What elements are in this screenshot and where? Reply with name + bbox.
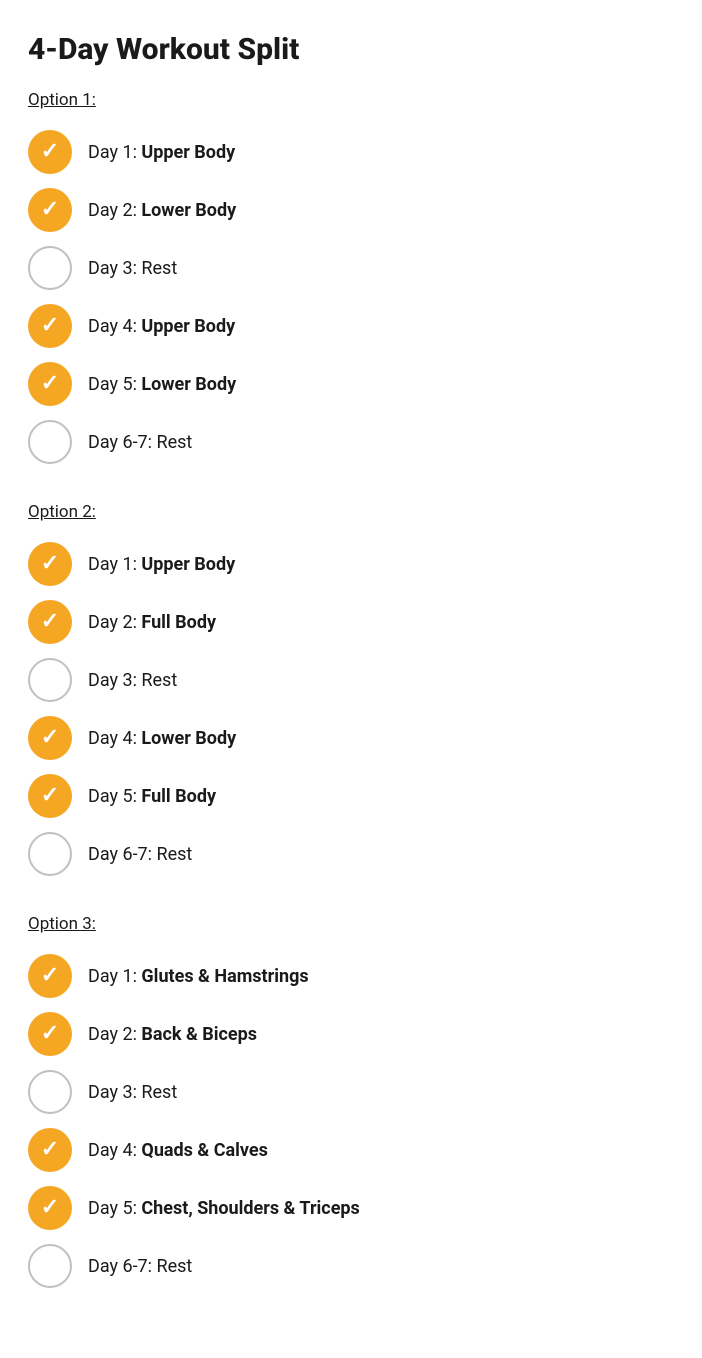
day-label: Day 1: Upper Body — [88, 554, 235, 575]
list-item: Day 3: Rest — [28, 1064, 674, 1120]
day-label: Day 2: Full Body — [88, 612, 216, 633]
list-item: ✓ Day 2: Full Body — [28, 594, 674, 650]
day-list-option1: ✓ Day 1: Upper Body ✓ Day 2: Lower Body Day … — [28, 124, 674, 470]
day-bold-label: Chest, Shoulders & Triceps — [141, 1198, 359, 1219]
list-item: Day 3: Rest — [28, 240, 674, 296]
day-label: Day 2: Lower Body — [88, 200, 236, 221]
checkmark: ✓ — [41, 1139, 59, 1161]
day-label: Day 6-7: Rest — [88, 1256, 192, 1277]
checkmark: ✓ — [41, 611, 59, 633]
unchecked-icon[interactable] — [28, 420, 72, 464]
checked-icon[interactable]: ✓ — [28, 1186, 72, 1230]
checked-icon[interactable]: ✓ — [28, 774, 72, 818]
checked-icon[interactable]: ✓ — [28, 362, 72, 406]
unchecked-icon[interactable] — [28, 658, 72, 702]
day-label: Day 4: Upper Body — [88, 316, 235, 337]
checked-icon[interactable]: ✓ — [28, 542, 72, 586]
section-label-option2: Option 2: — [28, 502, 674, 522]
checkmark: ✓ — [41, 1023, 59, 1045]
section-option3: Option 3: ✓ Day 1: Glutes & Hamstrings ✓ Day… — [28, 914, 674, 1294]
list-item: Day 6-7: Rest — [28, 1238, 674, 1294]
day-label: Day 5: Full Body — [88, 786, 216, 807]
checkmark: ✓ — [41, 727, 59, 749]
unchecked-icon[interactable] — [28, 832, 72, 876]
day-label: Day 4: Quads & Calves — [88, 1140, 268, 1161]
unchecked-icon[interactable] — [28, 246, 72, 290]
checked-icon[interactable]: ✓ — [28, 600, 72, 644]
day-label: Day 2: Back & Biceps — [88, 1024, 257, 1045]
list-item: ✓ Day 2: Lower Body — [28, 182, 674, 238]
day-bold-label: Quads & Calves — [141, 1140, 267, 1161]
list-item: ✓ Day 1: Glutes & Hamstrings — [28, 948, 674, 1004]
day-label: Day 6-7: Rest — [88, 432, 192, 453]
checked-icon[interactable]: ✓ — [28, 1128, 72, 1172]
day-label: Day 4: Lower Body — [88, 728, 236, 749]
checked-icon[interactable]: ✓ — [28, 130, 72, 174]
section-label-option3: Option 3: — [28, 914, 674, 934]
list-item: ✓ Day 1: Upper Body — [28, 536, 674, 592]
day-label: Day 1: Upper Body — [88, 142, 235, 163]
day-list-option3: ✓ Day 1: Glutes & Hamstrings ✓ Day 2: Back … — [28, 948, 674, 1294]
list-item: ✓ Day 4: Quads & Calves — [28, 1122, 674, 1178]
list-item: Day 6-7: Rest — [28, 414, 674, 470]
list-item: ✓ Day 5: Chest, Shoulders & Triceps — [28, 1180, 674, 1236]
unchecked-icon[interactable] — [28, 1244, 72, 1288]
day-list-option2: ✓ Day 1: Upper Body ✓ Day 2: Full Body Day 3… — [28, 536, 674, 882]
checkmark: ✓ — [41, 315, 59, 337]
checkmark: ✓ — [41, 785, 59, 807]
checkmark: ✓ — [41, 965, 59, 987]
checkmark: ✓ — [41, 141, 59, 163]
checked-icon[interactable]: ✓ — [28, 716, 72, 760]
day-bold-label: Glutes & Hamstrings — [141, 966, 308, 987]
checkmark: ✓ — [41, 199, 59, 221]
day-bold-label: Full Body — [141, 612, 216, 633]
checked-icon[interactable]: ✓ — [28, 188, 72, 232]
checked-icon[interactable]: ✓ — [28, 304, 72, 348]
day-bold-label: Lower Body — [141, 728, 236, 749]
day-bold-label: Full Body — [141, 786, 216, 807]
day-bold-label: Upper Body — [141, 554, 235, 575]
day-label: Day 3: Rest — [88, 670, 177, 691]
list-item: Day 6-7: Rest — [28, 826, 674, 882]
day-bold-label: Lower Body — [141, 200, 236, 221]
list-item: ✓ Day 5: Full Body — [28, 768, 674, 824]
day-bold-label: Upper Body — [141, 316, 235, 337]
page-title: 4-Day Workout Split — [28, 32, 674, 68]
list-item: Day 3: Rest — [28, 652, 674, 708]
list-item: ✓ Day 1: Upper Body — [28, 124, 674, 180]
section-label-option1: Option 1: — [28, 90, 674, 110]
day-bold-label: Lower Body — [141, 374, 236, 395]
unchecked-icon[interactable] — [28, 1070, 72, 1114]
section-option1: Option 1: ✓ Day 1: Upper Body ✓ Day 2: Lower… — [28, 90, 674, 470]
list-item: ✓ Day 5: Lower Body — [28, 356, 674, 412]
day-bold-label: Back & Biceps — [141, 1024, 257, 1045]
list-item: ✓ Day 2: Back & Biceps — [28, 1006, 674, 1062]
checkmark: ✓ — [41, 373, 59, 395]
checked-icon[interactable]: ✓ — [28, 1012, 72, 1056]
checkmark: ✓ — [41, 1197, 59, 1219]
day-bold-label: Upper Body — [141, 142, 235, 163]
list-item: ✓ Day 4: Upper Body — [28, 298, 674, 354]
day-label: Day 1: Glutes & Hamstrings — [88, 966, 309, 987]
day-label: Day 3: Rest — [88, 258, 177, 279]
checkmark: ✓ — [41, 553, 59, 575]
checked-icon[interactable]: ✓ — [28, 954, 72, 998]
day-label: Day 3: Rest — [88, 1082, 177, 1103]
day-label: Day 6-7: Rest — [88, 844, 192, 865]
day-label: Day 5: Chest, Shoulders & Triceps — [88, 1198, 360, 1219]
day-label: Day 5: Lower Body — [88, 374, 236, 395]
section-option2: Option 2: ✓ Day 1: Upper Body ✓ Day 2: Full … — [28, 502, 674, 882]
list-item: ✓ Day 4: Lower Body — [28, 710, 674, 766]
